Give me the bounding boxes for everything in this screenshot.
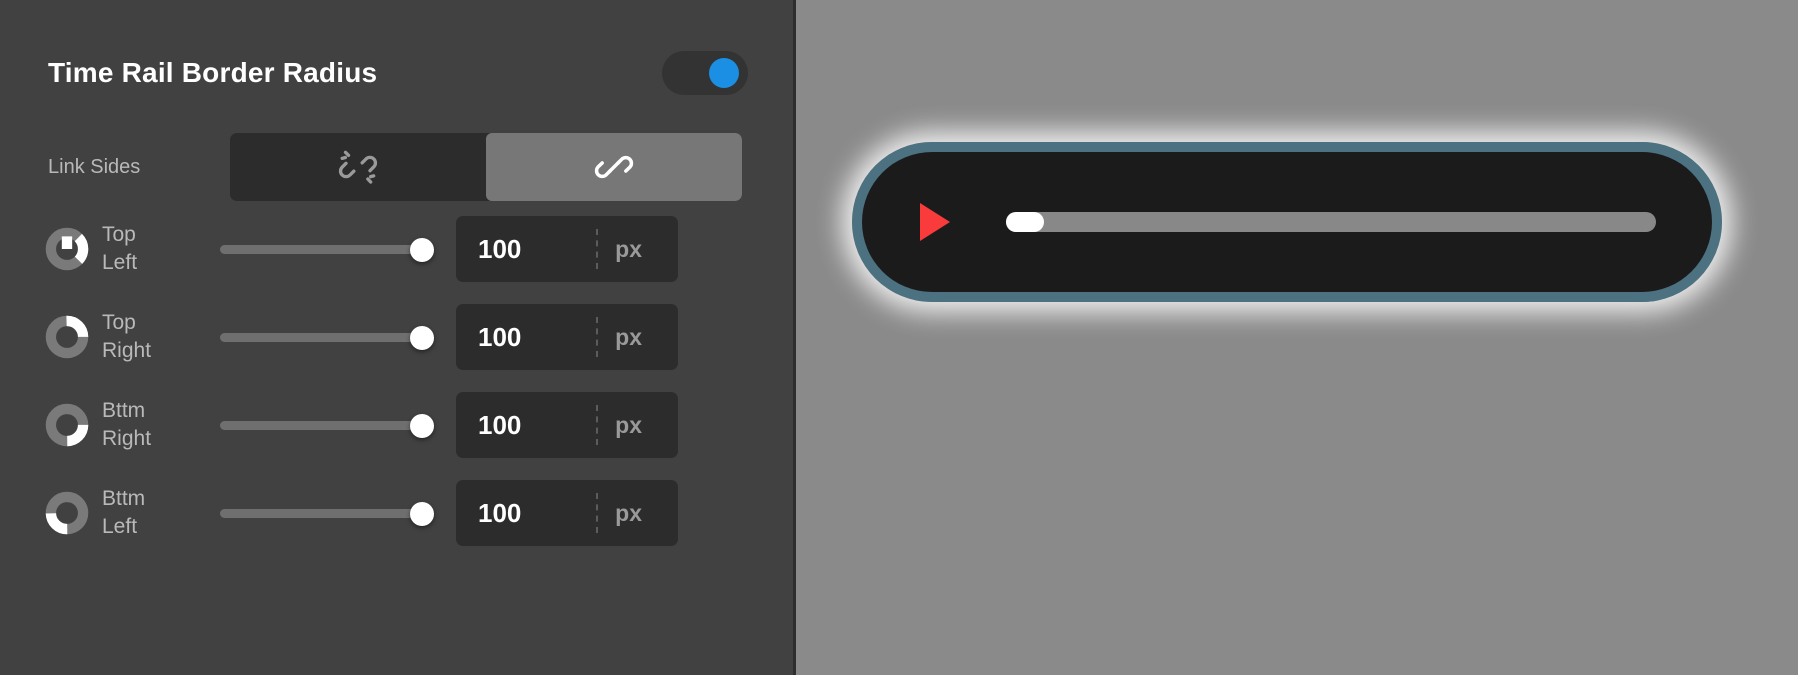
slider-track (220, 245, 428, 254)
corner-top-left-icon (45, 227, 89, 271)
unlink-sides-button[interactable] (230, 133, 486, 201)
row-top-right: Top Right 100 px (44, 293, 756, 381)
value-text: 100 (478, 409, 522, 440)
value-input-bottom-left[interactable]: 100 px (456, 480, 678, 546)
unlink-icon (338, 147, 378, 187)
slider-thumb[interactable] (410, 326, 434, 350)
slider-thumb[interactable] (410, 414, 434, 438)
border-radius-editor: Time Rail Border Radius Link Sides Top L… (0, 0, 1798, 675)
slider-top-left[interactable] (220, 234, 438, 264)
corner-radius-rows: Top Left 100 px Top Right 100 px Bttm Ri… (44, 205, 756, 557)
field-divider (596, 405, 598, 445)
player-border (852, 142, 1722, 302)
unit-label: px (615, 235, 642, 262)
value-text: 100 (478, 497, 522, 528)
row-label-bottom-right: Bttm Right (102, 399, 152, 450)
value-text: 100 (478, 321, 522, 352)
row-top-left: Top Left 100 px (44, 205, 756, 293)
corner-bottom-right-icon (45, 403, 89, 447)
value-text: 100 (478, 233, 522, 264)
field-divider (596, 229, 598, 269)
slider-track (220, 333, 428, 342)
video-player-preview (852, 142, 1722, 302)
link-sides-button[interactable] (486, 133, 742, 201)
value-input-top-right[interactable]: 100 px (456, 304, 678, 370)
corner-bottom-left-icon (45, 491, 89, 535)
panel-header: Time Rail Border Radius (48, 50, 748, 96)
row-bottom-right: Bttm Right 100 px (44, 381, 756, 469)
slider-top-right[interactable] (220, 322, 438, 352)
value-input-top-left[interactable]: 100 px (456, 216, 678, 282)
settings-panel: Time Rail Border Radius Link Sides Top L… (0, 0, 796, 675)
player-body (862, 152, 1712, 292)
preview-area (796, 0, 1798, 675)
link-icon (594, 147, 634, 187)
slider-thumb[interactable] (410, 238, 434, 262)
time-rail-fill (1006, 212, 1044, 232)
field-divider (596, 317, 598, 357)
row-label-top-left: Top Left (102, 223, 138, 274)
slider-track (220, 421, 428, 430)
link-sides-label: Link Sides (48, 155, 141, 178)
row-label-top-right: Top Right (102, 311, 152, 362)
slider-track (220, 509, 428, 518)
corner-top-right-icon (45, 315, 89, 359)
link-sides-row: Link Sides (48, 133, 748, 201)
row-label-bottom-left: Bttm Left (102, 487, 146, 538)
slider-thumb[interactable] (410, 502, 434, 526)
unit-label: px (615, 411, 642, 438)
time-rail[interactable] (1006, 212, 1656, 232)
toggle-knob (709, 58, 739, 88)
unit-label: px (615, 323, 642, 350)
play-triangle-icon[interactable] (920, 203, 950, 241)
enable-toggle[interactable] (662, 51, 748, 95)
link-sides-segmented-control (230, 133, 742, 201)
value-input-bottom-right[interactable]: 100 px (456, 392, 678, 458)
slider-bottom-right[interactable] (220, 410, 438, 440)
unit-label: px (615, 499, 642, 526)
field-divider (596, 493, 598, 533)
page-title: Time Rail Border Radius (48, 57, 378, 88)
row-bottom-left: Bttm Left 100 px (44, 469, 756, 557)
slider-bottom-left[interactable] (220, 498, 438, 528)
